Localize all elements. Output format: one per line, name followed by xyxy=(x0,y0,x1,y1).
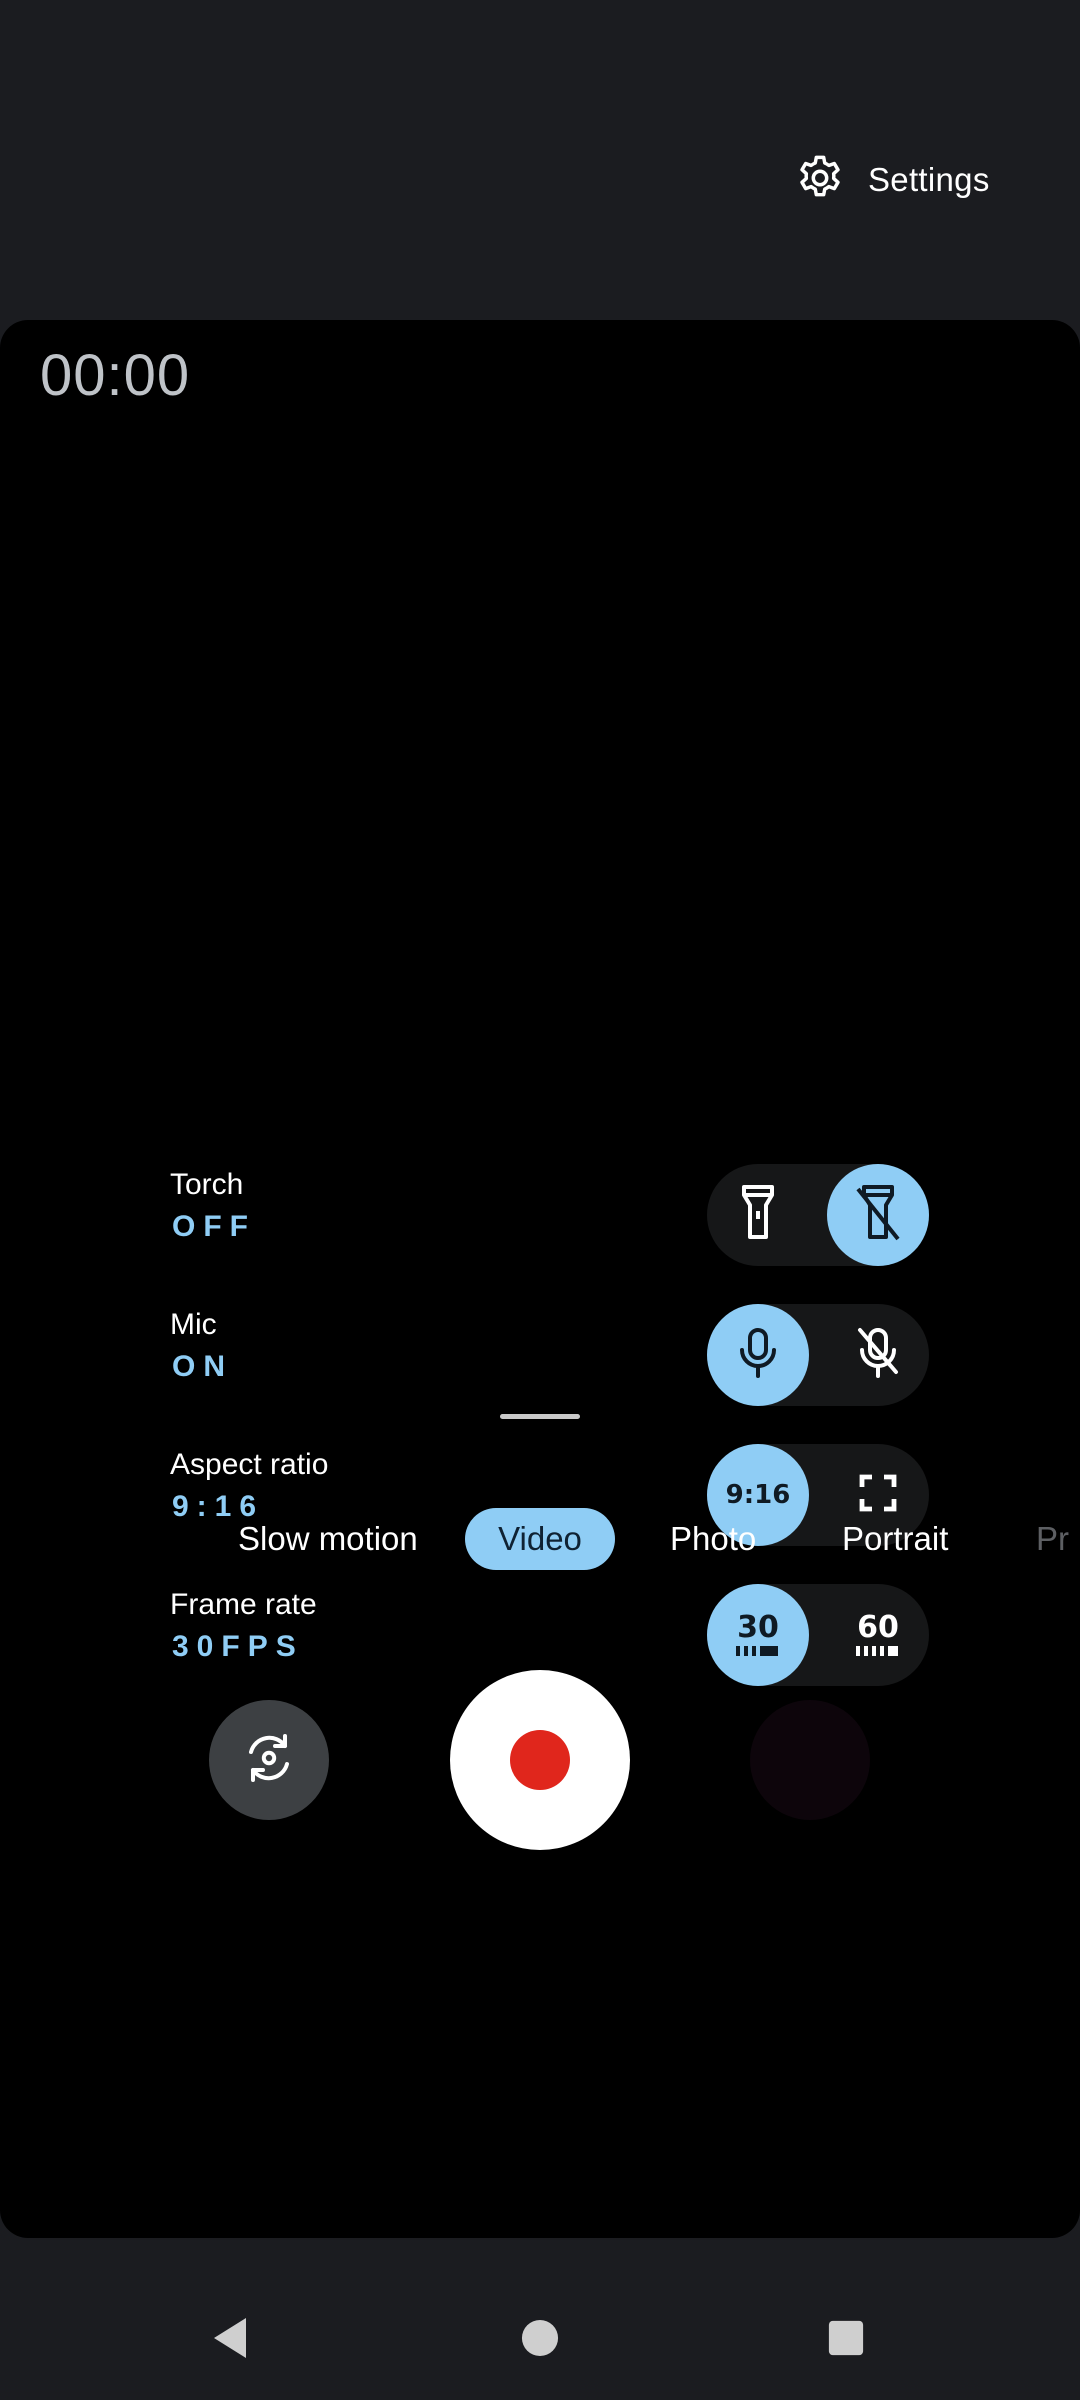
fps-30-label: 30 xyxy=(737,1610,779,1645)
mic-on-option[interactable] xyxy=(707,1304,809,1406)
torch-on-option[interactable] xyxy=(707,1164,809,1266)
torch-toggle xyxy=(707,1164,929,1266)
mode-photo[interactable]: Photo xyxy=(670,1508,756,1570)
fps-60-label: 60 xyxy=(857,1610,899,1645)
aspect-9-16-label: 9:16 xyxy=(725,1480,791,1510)
frame-rate-value: 30FPS xyxy=(172,1630,304,1663)
nav-home-button[interactable] xyxy=(480,2280,600,2400)
back-triangle-icon xyxy=(210,2316,250,2365)
microphone-off-icon xyxy=(856,1326,900,1385)
mode-panorama[interactable]: Pr xyxy=(1036,1508,1069,1570)
mode-portrait[interactable]: Portrait xyxy=(842,1508,948,1570)
microphone-icon xyxy=(736,1326,780,1385)
home-circle-icon xyxy=(521,2319,559,2362)
viewfinder[interactable]: 00:00 xyxy=(0,320,1080,2238)
nav-recents-button[interactable] xyxy=(786,2280,906,2400)
quick-settings-handle[interactable] xyxy=(500,1414,580,1419)
mic-value: ON xyxy=(172,1350,233,1383)
camera-screen: Settings 00:00 Torch OFF Mic ON Aspect r… xyxy=(0,0,1080,2400)
fps-60-icon: 60 xyxy=(854,1612,902,1658)
torch-title: Torch xyxy=(170,1168,244,1201)
recents-square-icon xyxy=(827,2319,865,2362)
system-navigation-bar xyxy=(0,2280,1080,2400)
aspect-ratio-title: Aspect ratio xyxy=(170,1448,329,1481)
fps-60-option[interactable]: 60 xyxy=(827,1584,929,1686)
mic-toggle xyxy=(707,1304,929,1406)
mode-video[interactable]: Video xyxy=(465,1508,615,1570)
record-button[interactable] xyxy=(450,1670,630,1850)
mic-setting-row: Mic ON xyxy=(0,1300,1080,1410)
flip-camera-button[interactable] xyxy=(209,1700,329,1820)
camera-flip-icon xyxy=(241,1730,297,1791)
settings-button[interactable]: Settings xyxy=(794,148,990,212)
flashlight-off-icon xyxy=(856,1183,900,1248)
mic-off-option[interactable] xyxy=(827,1304,929,1406)
torch-setting-row: Torch OFF xyxy=(0,1160,1080,1270)
mode-slow-motion[interactable]: Slow motion xyxy=(238,1508,418,1570)
nav-back-button[interactable] xyxy=(170,2280,290,2400)
gear-icon xyxy=(794,152,846,209)
mode-selector: Slow motion Video Photo Portrait Pr xyxy=(0,1508,1080,1578)
record-dot-icon xyxy=(510,1730,570,1790)
settings-label: Settings xyxy=(868,161,990,198)
fps-30-icon: 30 xyxy=(734,1612,782,1658)
frame-rate-toggle: 30 60 xyxy=(707,1584,929,1686)
flashlight-icon xyxy=(736,1183,780,1248)
mic-title: Mic xyxy=(170,1308,217,1341)
recording-timer: 00:00 xyxy=(40,343,191,408)
fps-30-option[interactable]: 30 xyxy=(707,1584,809,1686)
gallery-thumbnail[interactable] xyxy=(750,1700,870,1820)
torch-off-option[interactable] xyxy=(827,1164,929,1266)
frame-rate-title: Frame rate xyxy=(170,1588,317,1621)
torch-value: OFF xyxy=(172,1210,256,1243)
